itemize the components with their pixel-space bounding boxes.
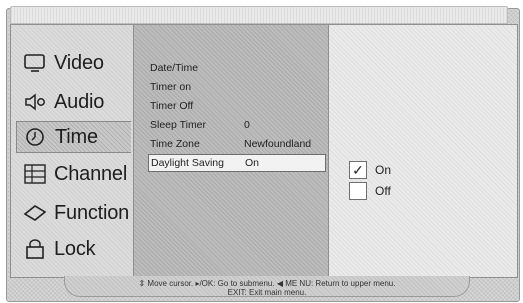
menu-item-label: Time	[55, 125, 98, 148]
checkbox-checked[interactable]: ✓	[349, 161, 367, 179]
option-label: Off	[375, 184, 391, 198]
menu-item-function[interactable]: Function	[16, 198, 134, 228]
submenu-item-label: Sleep Timer	[150, 119, 207, 131]
lock-icon	[22, 238, 48, 260]
hint-line-2: EXIT: Exit main menu.	[227, 288, 307, 297]
menu-item-audio[interactable]: Audio	[16, 87, 134, 117]
submenu-item-sleep-timer[interactable]: Sleep Timer 0	[150, 117, 250, 133]
menu-item-label: Channel	[54, 162, 128, 185]
monitor-icon	[22, 52, 48, 74]
checkbox-unchecked[interactable]	[349, 182, 367, 200]
menu-item-label: Video	[54, 51, 104, 74]
submenu-item-time-zone[interactable]: Time Zone Newfoundland	[150, 136, 311, 152]
submenu-item-timer-off[interactable]: Timer Off	[150, 98, 244, 114]
menu-item-video[interactable]: Video	[16, 48, 134, 78]
menu-item-label: Function	[54, 201, 130, 224]
submenu-item-label: Daylight Saving	[151, 157, 224, 169]
option-off[interactable]: Off	[349, 182, 391, 200]
speaker-icon	[22, 91, 48, 113]
submenu-item-value: On	[245, 157, 260, 169]
menu-top-bar	[10, 6, 508, 24]
options-panel	[328, 24, 518, 278]
hint-line-1: ⇕ Move cursor. ▸/OK: Go to submenu. ◀ ME…	[138, 279, 396, 288]
clock-icon	[23, 126, 49, 148]
submenu-item-date-time[interactable]: Date/Time	[150, 60, 244, 76]
diamond-icon	[22, 202, 48, 224]
submenu-item-label: Time Zone	[150, 138, 200, 150]
submenu-item-label: Timer Off	[150, 100, 194, 112]
menu-item-label: Lock	[54, 237, 96, 260]
menu-item-lock[interactable]: Lock	[16, 234, 134, 264]
submenu-item-daylight-saving[interactable]: Daylight Saving On	[148, 154, 326, 172]
submenu-item-label: Timer on	[150, 81, 192, 93]
option-on[interactable]: ✓ On	[349, 161, 391, 179]
submenu-item-timer-on[interactable]: Timer on	[150, 79, 244, 95]
menu-item-label: Audio	[54, 90, 105, 113]
navigation-hint-bar: ⇕ Move cursor. ▸/OK: Go to submenu. ◀ ME…	[64, 276, 470, 297]
submenu-item-value: 0	[244, 119, 250, 131]
channel-icon	[22, 163, 48, 185]
submenu-item-label: Date/Time	[150, 62, 199, 74]
menu-item-channel[interactable]: Channel	[16, 159, 134, 189]
submenu-item-value: Newfoundland	[244, 138, 312, 150]
menu-item-time[interactable]: Time	[16, 121, 131, 153]
option-label: On	[375, 163, 392, 177]
